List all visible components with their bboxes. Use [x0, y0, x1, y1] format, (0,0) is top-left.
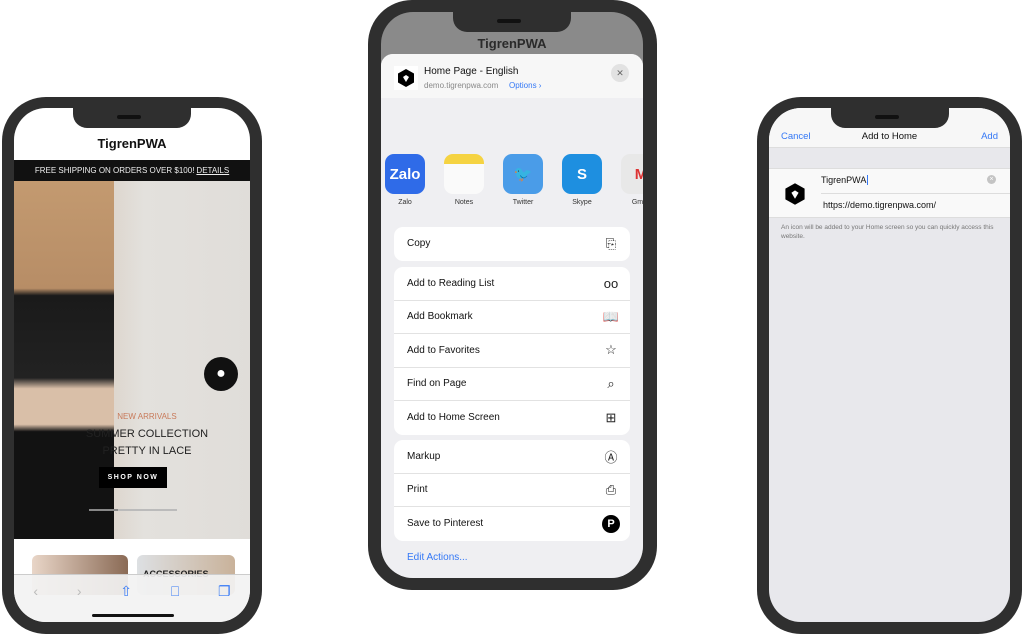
- hero-subtitle: PRETTY IN LACE: [102, 445, 192, 457]
- app-label: Twitter: [512, 199, 534, 206]
- promo-bar: FREE SHIPPING ON ORDERS OVER $100! DETAIL…: [14, 160, 250, 181]
- site-logo: [394, 66, 418, 90]
- nav-title: Add to Home: [861, 131, 918, 142]
- action-label: Markup: [407, 450, 441, 462]
- shop-now-button[interactable]: SHOP NOW: [99, 467, 167, 488]
- page-title: Home Page - English: [424, 66, 519, 77]
- url-text: https://demo.tigrenpwa.com/: [823, 200, 937, 210]
- share-screen: TigrenPWA Home Page - English demo.tigre…: [381, 12, 643, 578]
- phone-store: TigrenPWA FREE SHIPPING ON ORDERS OVER $…: [2, 97, 262, 634]
- action-add-to-home-screen[interactable]: Add to Home Screen ⊞: [394, 401, 630, 435]
- promo-text: FREE SHIPPING ON ORDERS OVER $100!: [34, 166, 195, 175]
- name-input[interactable]: TigrenPWA: [821, 175, 869, 185]
- store-screen: TigrenPWA FREE SHIPPING ON ORDERS OVER $…: [14, 108, 250, 622]
- action-group-copy: Copy ⎘: [394, 227, 630, 261]
- action-copy[interactable]: Copy ⎘: [394, 227, 630, 261]
- close-button[interactable]: ✕: [611, 64, 629, 82]
- action-label: Add to Home Screen: [407, 412, 500, 424]
- phone-share-sheet: TigrenPWA Home Page - English demo.tigre…: [368, 0, 657, 590]
- slider-progress-fill: [89, 509, 119, 511]
- back-icon[interactable]: ‹: [33, 583, 38, 622]
- action-label: Add Bookmark: [407, 311, 473, 323]
- action-label: Print: [407, 484, 428, 496]
- share-app-notes[interactable]: Notes: [444, 154, 484, 206]
- share-app-zalo[interactable]: Zalo Zalo: [385, 154, 425, 206]
- action-add-to-reading-list[interactable]: Add to Reading List oo: [394, 267, 630, 301]
- hint-text: An icon will be added to your Home scree…: [781, 224, 994, 240]
- book-icon: 📖: [602, 308, 620, 324]
- action-label: Copy: [407, 238, 431, 250]
- chat-icon: ●: [216, 365, 226, 382]
- glasses-icon: oo: [603, 275, 619, 291]
- pinterest-icon: P: [602, 514, 620, 533]
- action-find-on-page[interactable]: Find on Page ⌕: [394, 368, 630, 401]
- app-label: Gmail: [631, 199, 643, 206]
- app-label: Skype: [572, 199, 592, 206]
- hero-title: SUMMER COLLECTION: [85, 428, 209, 440]
- share-sheet: Home Page - English demo.tigrenpwa.com O…: [381, 54, 643, 578]
- action-save-to-pinterest[interactable]: Save to Pinterest P: [394, 507, 630, 541]
- chat-button[interactable]: ●: [204, 357, 238, 391]
- brand-title: TigrenPWA: [477, 36, 547, 51]
- copy-icon: ⎘: [605, 235, 617, 251]
- phone-add-to-home: Cancel Add to Home Add TigrenPWA × https…: [757, 97, 1022, 634]
- share-header: Home Page - English demo.tigrenpwa.com O…: [381, 54, 643, 98]
- slider-progress[interactable]: [89, 509, 177, 511]
- tabs-icon[interactable]: ❐: [218, 583, 231, 622]
- gmail-icon: M: [621, 154, 643, 194]
- action-add-to-favorites[interactable]: Add to Favorites ☆: [394, 334, 630, 368]
- action-group-extensions: Markup Ⓐ Print ⎙ Save to Pinterest P: [394, 440, 630, 541]
- action-label: Add to Reading List: [407, 277, 495, 289]
- markup-icon: Ⓐ: [604, 449, 618, 465]
- notch: [453, 12, 571, 32]
- notch: [73, 108, 191, 128]
- app-row: Zalo Zalo Notes 🐦 Twitter S Skype M Gmail: [385, 154, 643, 206]
- zalo-icon: Zalo: [385, 154, 425, 194]
- notch: [830, 108, 949, 128]
- action-label: Add to Favorites: [407, 344, 480, 356]
- add-button[interactable]: Add: [981, 131, 998, 142]
- search-icon: ⌕: [607, 375, 615, 391]
- app-label: Notes: [454, 199, 474, 206]
- share-app-skype[interactable]: S Skype: [562, 154, 602, 206]
- twitter-icon: 🐦: [503, 154, 543, 194]
- add-home-screen: Cancel Add to Home Add TigrenPWA × https…: [769, 108, 1010, 622]
- forward-icon[interactable]: ›: [77, 583, 82, 622]
- brand-title: TigrenPWA: [97, 136, 167, 151]
- action-label: Save to Pinterest: [407, 518, 484, 530]
- promo-details-link[interactable]: DETAILS: [196, 166, 229, 175]
- star-icon: ☆: [605, 342, 617, 358]
- action-add-bookmark[interactable]: Add Bookmark 📖: [394, 301, 630, 334]
- home-indicator: [92, 614, 174, 617]
- page-url: demo.tigrenpwa.com: [424, 81, 499, 90]
- action-group-main: Add to Reading List oo Add Bookmark 📖 Add to…: [394, 267, 630, 435]
- action-markup[interactable]: Markup Ⓐ: [394, 440, 630, 474]
- app-label: Zalo: [398, 199, 412, 206]
- plus-square-icon: ⊞: [605, 409, 617, 425]
- bookmark-card: TigrenPWA × https://demo.tigrenpwa.com/: [769, 168, 1010, 218]
- hero-eyebrow: NEW ARRIVALS: [117, 412, 177, 421]
- edit-actions-link[interactable]: Edit Actions...: [407, 552, 468, 563]
- notes-icon: [444, 154, 484, 194]
- action-label: Find on Page: [407, 378, 467, 390]
- share-app-twitter[interactable]: 🐦 Twitter: [503, 154, 543, 206]
- options-link[interactable]: Options ›: [509, 81, 541, 90]
- skype-icon: S: [562, 154, 602, 194]
- share-app-gmail[interactable]: M Gmail: [621, 154, 643, 206]
- printer-icon: ⎙: [605, 481, 617, 497]
- site-icon: [783, 182, 807, 211]
- clear-icon[interactable]: ×: [987, 175, 996, 184]
- action-print[interactable]: Print ⎙: [394, 474, 630, 507]
